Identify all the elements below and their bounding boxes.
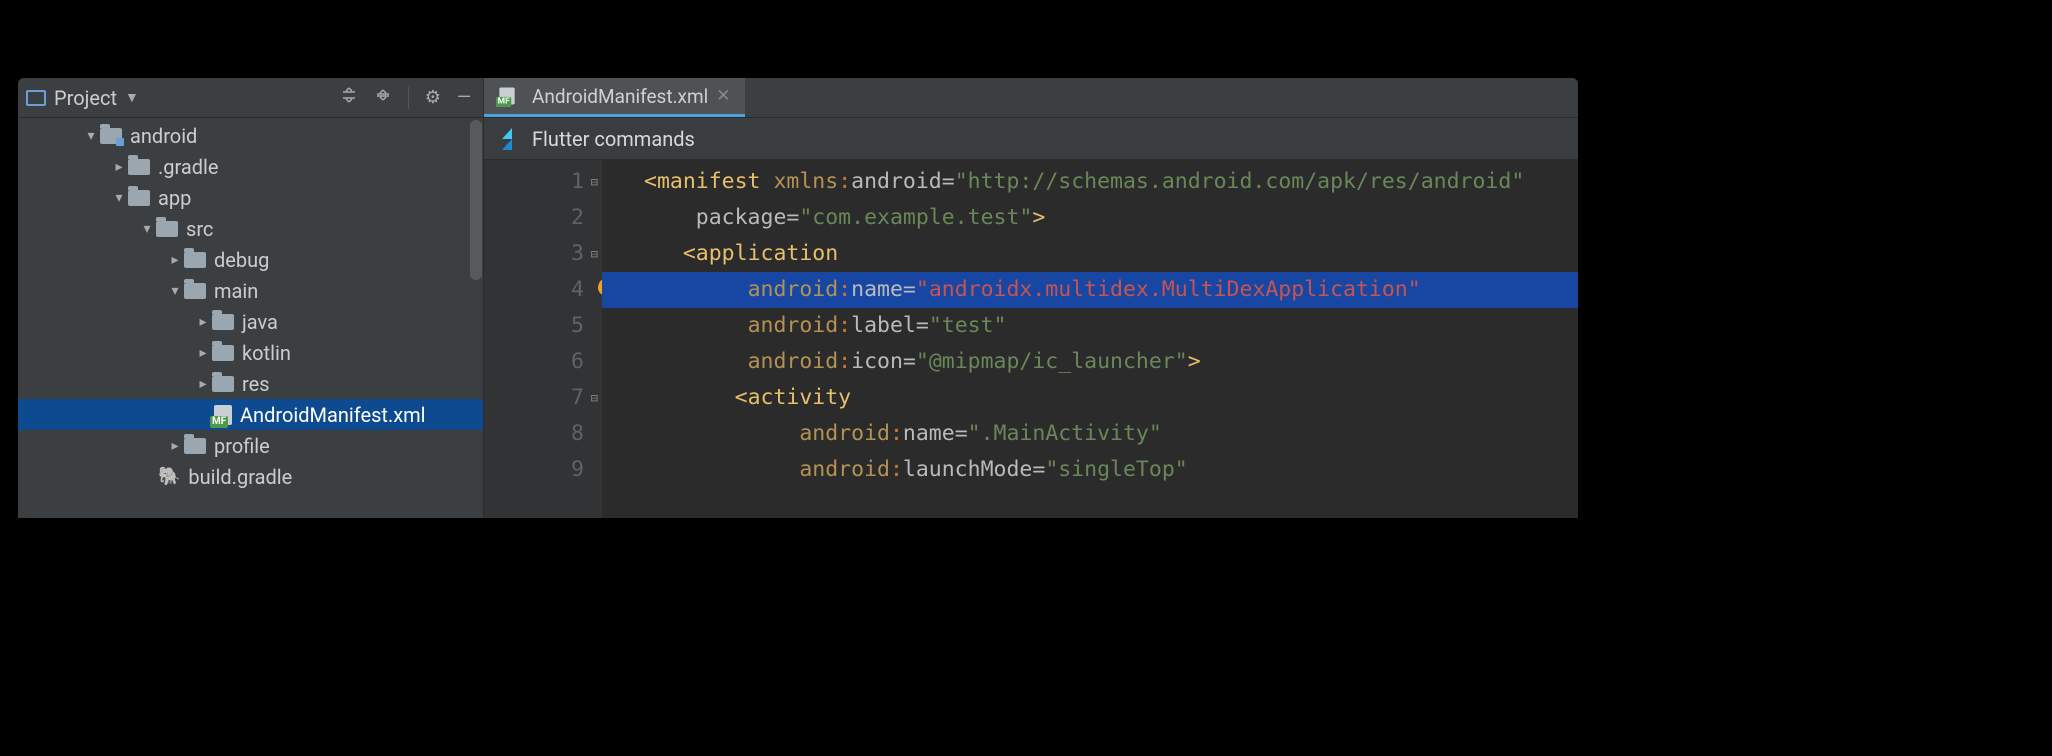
editor-area: AndroidManifest.xml ✕ Flutter commands 1… xyxy=(484,78,1578,518)
tree-label: kotlin xyxy=(242,341,291,365)
line-number: 3 xyxy=(571,241,584,266)
chevron-right-icon[interactable]: ▸ xyxy=(166,252,184,268)
flutter-commands-banner[interactable]: Flutter commands xyxy=(484,118,1578,160)
banner-text: Flutter commands xyxy=(532,127,695,151)
close-icon[interactable]: ✕ xyxy=(716,86,730,106)
hide-panel-icon[interactable]: — xyxy=(453,83,475,112)
code-line[interactable]: <application xyxy=(644,236,1578,272)
folder-icon xyxy=(184,283,206,299)
gradle-elephant-icon: 🐘 xyxy=(158,466,180,487)
toolbar-separator xyxy=(408,87,409,109)
manifest-file-icon xyxy=(499,88,514,105)
tree-label: debug xyxy=(214,248,269,272)
flutter-logo-icon xyxy=(498,128,520,150)
tab-label: AndroidManifest.xml xyxy=(532,85,708,108)
tree-item-manifest[interactable]: AndroidManifest.xml xyxy=(18,399,483,430)
chevron-right-icon[interactable]: ▸ xyxy=(194,345,212,361)
line-number: 8 xyxy=(571,421,584,446)
tree-label: res xyxy=(242,372,270,396)
line-number: 1 xyxy=(571,169,584,194)
tree-label: src xyxy=(186,217,213,241)
chevron-down-icon[interactable]: ▾ xyxy=(82,128,100,144)
tree-label: main xyxy=(214,279,258,303)
ide-window: Project ▼ ⚙ — ▾ android ▸ .gradle xyxy=(18,78,1578,518)
folder-icon xyxy=(184,438,206,454)
chevron-down-icon[interactable]: ▾ xyxy=(138,221,156,237)
line-number: 2 xyxy=(571,205,584,230)
fold-icon[interactable]: ⊟ xyxy=(591,380,598,416)
code-line[interactable]: android:name=".MainActivity" xyxy=(644,416,1578,452)
tree-item-app[interactable]: ▾ app xyxy=(18,182,483,213)
editor-tab-manifest[interactable]: AndroidManifest.xml ✕ xyxy=(484,78,745,117)
tree-label: AndroidManifest.xml xyxy=(240,403,426,427)
line-number: 6 xyxy=(571,349,584,374)
folder-icon xyxy=(156,221,178,237)
chevron-right-icon[interactable]: ▸ xyxy=(194,314,212,330)
tree-item-java[interactable]: ▸ java xyxy=(18,306,483,337)
folder-icon xyxy=(128,190,150,206)
chevron-right-icon[interactable]: ▸ xyxy=(166,438,184,454)
manifest-file-icon xyxy=(214,405,232,425)
tree-scrollbar[interactable] xyxy=(470,120,482,280)
collapse-all-icon[interactable] xyxy=(336,82,362,113)
folder-icon xyxy=(212,345,234,361)
chevron-down-icon[interactable]: ▼ xyxy=(125,89,139,106)
editor-tab-bar: AndroidManifest.xml ✕ xyxy=(484,78,1578,118)
tree-item-main[interactable]: ▾ main xyxy=(18,275,483,306)
code-content[interactable]: <manifest xmlns:android="http://schemas.… xyxy=(602,160,1578,518)
tree-item-profile[interactable]: ▸ profile xyxy=(18,430,483,461)
line-number: 5 xyxy=(571,313,584,338)
tree-label: android xyxy=(130,124,197,148)
code-line[interactable]: <manifest xmlns:android="http://schemas.… xyxy=(644,164,1578,200)
tree-item-android[interactable]: ▾ android xyxy=(18,120,483,151)
chevron-down-icon[interactable]: ▾ xyxy=(166,283,184,299)
fold-icon[interactable]: ⊟ xyxy=(591,236,598,272)
expand-all-icon[interactable] xyxy=(370,82,396,113)
tree-item-debug[interactable]: ▸ debug xyxy=(18,244,483,275)
code-line[interactable]: android:icon="@mipmap/ic_launcher"> xyxy=(644,344,1578,380)
project-panel: Project ▼ ⚙ — ▾ android ▸ .gradle xyxy=(18,78,484,518)
code-line[interactable]: android:label="test" xyxy=(644,308,1578,344)
tree-item-src[interactable]: ▾ src xyxy=(18,213,483,244)
code-editor[interactable]: 1 ⊟ 2 3 ⊟ 4 5 6 7 ⊟ 8 9 <manifest xmlns:and… xyxy=(484,160,1578,518)
chevron-right-icon[interactable]: ▸ xyxy=(110,159,128,175)
tree-item-kotlin[interactable]: ▸ kotlin xyxy=(18,337,483,368)
editor-gutter: 1 ⊟ 2 3 ⊟ 4 5 6 7 ⊟ 8 9 xyxy=(484,160,602,518)
tree-label: build.gradle xyxy=(188,465,292,489)
folder-icon xyxy=(212,376,234,392)
tree-label: app xyxy=(158,186,191,210)
code-line-highlighted[interactable]: android:name="androidx.multidex.MultiDex… xyxy=(602,272,1578,308)
folder-module-icon xyxy=(100,128,122,144)
project-icon xyxy=(26,90,46,106)
chevron-down-icon[interactable]: ▾ xyxy=(110,190,128,206)
line-number: 9 xyxy=(571,457,584,482)
folder-icon xyxy=(212,314,234,330)
fold-icon[interactable]: ⊟ xyxy=(591,164,598,200)
chevron-right-icon[interactable]: ▸ xyxy=(194,376,212,392)
line-number: 4 xyxy=(571,277,584,302)
tree-label: profile xyxy=(214,434,270,458)
folder-icon xyxy=(128,159,150,175)
tree-item-gradle[interactable]: ▸ .gradle xyxy=(18,151,483,182)
tree-item-res[interactable]: ▸ res xyxy=(18,368,483,399)
tree-label: java xyxy=(242,310,278,334)
code-line[interactable]: <activity xyxy=(644,380,1578,416)
line-number: 7 xyxy=(571,385,584,410)
code-line[interactable]: package="com.example.test"> xyxy=(644,200,1578,236)
folder-icon xyxy=(184,252,206,268)
project-tree[interactable]: ▾ android ▸ .gradle ▾ app ▾ src ▸ xyxy=(18,118,483,518)
tree-item-build-gradle[interactable]: 🐘 build.gradle xyxy=(18,461,483,492)
code-line[interactable]: android:launchMode="singleTop" xyxy=(644,452,1578,488)
project-panel-title[interactable]: Project xyxy=(54,86,117,110)
tree-label: .gradle xyxy=(158,155,219,179)
gear-icon[interactable]: ⚙ xyxy=(421,83,445,112)
project-panel-header: Project ▼ ⚙ — xyxy=(18,78,483,118)
